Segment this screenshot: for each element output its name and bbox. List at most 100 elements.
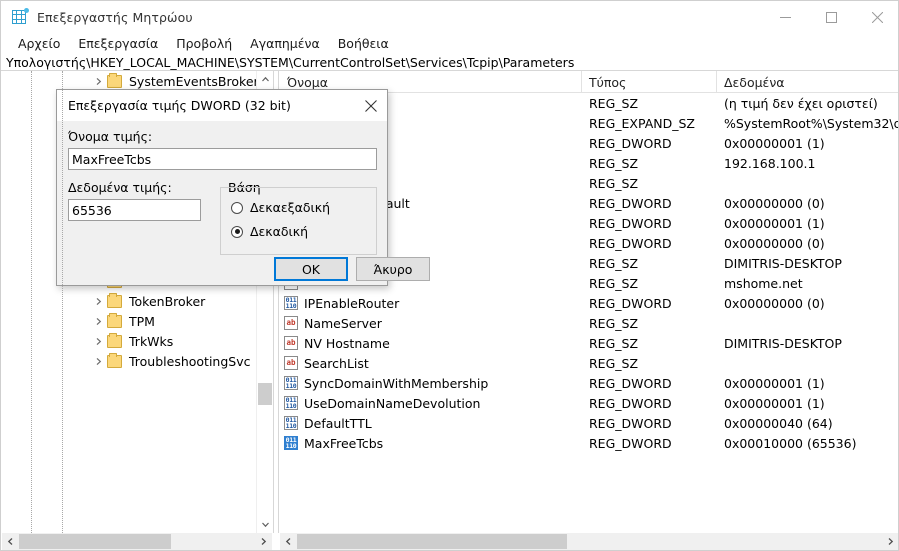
- value-data-cell: 0x00000001 (1): [724, 375, 825, 391]
- value-name-cell: ab NV Hostname: [280, 336, 582, 351]
- value-name-text: NV Hostname: [304, 335, 390, 351]
- string-value-icon: ab: [284, 356, 298, 370]
- value-data-cell: 0x00010000 (65536): [724, 435, 857, 451]
- tree-item[interactable]: SystemEventsBroker: [2, 71, 259, 91]
- window-title: Επεξεργαστής Μητρώου: [37, 9, 193, 25]
- value-name-cell: ab SearchList: [280, 356, 582, 371]
- folder-icon: [107, 332, 122, 348]
- address-bar[interactable]: Υπολογιστής\HKEY_LOCAL_MACHINE\SYSTEM\Cu…: [1, 54, 898, 71]
- dialog-title: Επεξεργασία τιμής DWORD (32 bit): [68, 98, 291, 113]
- value-type-cell: REG_DWORD: [589, 195, 672, 211]
- value-name-input[interactable]: [68, 148, 377, 170]
- cancel-button[interactable]: Άκυρο: [356, 257, 430, 281]
- list-hscroll-thumb[interactable]: [297, 534, 567, 549]
- radio-hexadecimal[interactable]: Δεκαεξαδική: [231, 200, 330, 215]
- tree-item[interactable]: TPM: [2, 311, 256, 331]
- tree-item-label: TPM: [129, 313, 155, 329]
- value-data-cell: 0x00000000 (0): [724, 195, 825, 211]
- value-data-cell: 0x00000001 (1): [724, 135, 825, 151]
- radio-decimal[interactable]: Δεκαδική: [231, 224, 308, 239]
- ok-button[interactable]: OK: [274, 257, 348, 281]
- tree-item-label: TrkWks: [129, 333, 174, 349]
- value-name-cell: 011 110 SyncDomainWithMembership: [280, 376, 582, 391]
- window-controls: [762, 1, 898, 33]
- value-row[interactable]: 011 110 IPEnableRouter REG_DWORD 0x00000000 …: [280, 293, 898, 313]
- value-type-cell: REG_SZ: [589, 275, 639, 291]
- column-header-data[interactable]: Δεδομένα: [717, 71, 898, 93]
- value-row[interactable]: 011 110 UseDomainNameDevolution REG_DWORD 0x…: [280, 393, 898, 413]
- tree-hscroll-thumb[interactable]: [19, 534, 171, 549]
- chevron-right-icon[interactable]: [90, 331, 107, 351]
- dword-value-icon: 011110: [284, 296, 298, 310]
- menu-item-edit[interactable]: Επεξεργασία: [69, 34, 167, 54]
- list-horizontal-scrollbar[interactable]: [280, 533, 898, 550]
- minimize-icon[interactable]: [762, 1, 808, 33]
- value-row[interactable]: 011 110 MaxFreeTcbs REG_DWORD 0x00010000 (65…: [280, 433, 898, 453]
- dialog-close-icon[interactable]: [354, 90, 387, 121]
- value-row[interactable]: 011 110 SyncDomainWithMembership REG_DWORD 0…: [280, 373, 898, 393]
- menu-item-favorites[interactable]: Αγαπημένα: [241, 34, 329, 54]
- chevron-right-icon[interactable]: [90, 311, 107, 331]
- tree-horizontal-scrollbar[interactable]: [2, 533, 272, 550]
- value-data-cell: %SystemRoot%\System32\drivers\: [724, 115, 898, 131]
- scroll-left-icon[interactable]: [280, 533, 297, 550]
- value-row[interactable]: ab SearchList REG_SZ: [280, 353, 898, 373]
- menu-item-view[interactable]: Προβολή: [167, 34, 241, 54]
- scroll-right-icon[interactable]: [255, 533, 272, 550]
- edit-dword-dialog: Επεξεργασία τιμής DWORD (32 bit) Όνομα τ…: [56, 89, 430, 286]
- value-name-label: Όνομα τιμής:: [68, 129, 153, 144]
- value-type-cell: REG_DWORD: [589, 415, 672, 431]
- radio-decimal-label: Δεκαδική: [250, 224, 309, 239]
- tree-item-label: TokenBroker: [129, 293, 206, 309]
- value-name-cell: 011 110 MaxFreeTcbs: [280, 436, 582, 451]
- value-name-cell: ab NameServer: [280, 316, 582, 331]
- value-name-text: SearchList: [304, 355, 369, 371]
- value-type-cell: REG_EXPAND_SZ: [589, 115, 695, 131]
- scroll-right-icon[interactable]: [882, 533, 898, 550]
- menu-item-file[interactable]: Αρχείο: [9, 34, 69, 54]
- value-data-cell: DIMITRIS-DESKTOP: [724, 335, 842, 351]
- radio-decimal-indicator: [231, 225, 243, 238]
- value-data-cell: mshome.net: [724, 275, 803, 291]
- menu-bar: Αρχείο Επεξεργασία Προβολή Αγαπημένα Βοή…: [1, 33, 898, 54]
- chevron-right-icon[interactable]: [90, 71, 107, 91]
- dialog-body: Όνομα τιμής: Δεδομένα τιμής: Βάση Δεκαεξ…: [57, 121, 430, 285]
- chevron-right-icon[interactable]: [90, 291, 107, 311]
- dword-value-icon: 011110: [284, 396, 298, 410]
- value-type-cell: REG_SZ: [589, 175, 639, 191]
- value-type-cell: REG_DWORD: [589, 135, 672, 151]
- value-data-label: Δεδομένα τιμής:: [68, 180, 172, 195]
- value-row[interactable]: 011 110 DefaultTTL REG_DWORD 0x00000040 (64): [280, 413, 898, 433]
- scroll-up-icon[interactable]: [257, 71, 272, 88]
- tree-item[interactable]: TroubleshootingSvc: [2, 351, 256, 371]
- value-type-cell: REG_DWORD: [589, 235, 672, 251]
- scroll-down-icon[interactable]: [257, 516, 272, 533]
- base-radio-group: Δεκαεξαδική Δεκαδική: [220, 187, 377, 255]
- column-header-type[interactable]: Τύπος: [582, 71, 717, 93]
- tree-item[interactable]: TokenBroker: [2, 291, 256, 311]
- value-data-input[interactable]: [68, 199, 201, 221]
- close-icon[interactable]: [854, 1, 898, 33]
- value-row[interactable]: ab NV Hostname REG_SZ DIMITRIS-DESKTOP: [280, 333, 898, 353]
- folder-icon: [107, 312, 122, 328]
- maximize-icon[interactable]: [808, 1, 854, 33]
- chevron-right-icon[interactable]: [90, 351, 107, 371]
- value-name-cell: 011 110 UseDomainNameDevolution: [280, 396, 582, 411]
- value-row[interactable]: ab NameServer REG_SZ: [280, 313, 898, 333]
- tree-scroll-thumb[interactable]: [258, 383, 272, 405]
- folder-icon: [107, 352, 122, 368]
- string-value-icon: ab: [284, 336, 298, 350]
- value-type-cell: REG_SZ: [589, 335, 639, 351]
- scroll-left-icon[interactable]: [2, 533, 19, 550]
- registry-icon: [12, 8, 29, 25]
- value-name-text: NameServer: [304, 315, 382, 331]
- value-name-text: SyncDomainWithMembership: [304, 375, 489, 391]
- title-bar: Επεξεργαστής Μητρώου: [1, 1, 898, 33]
- tree-item[interactable]: TrkWks: [2, 331, 256, 351]
- value-type-cell: REG_DWORD: [589, 395, 672, 411]
- menu-item-help[interactable]: Βοήθεια: [329, 34, 398, 54]
- dword-value-icon-selected: 011 110: [284, 436, 298, 450]
- tree-item-label: SystemEventsBroker: [129, 73, 259, 89]
